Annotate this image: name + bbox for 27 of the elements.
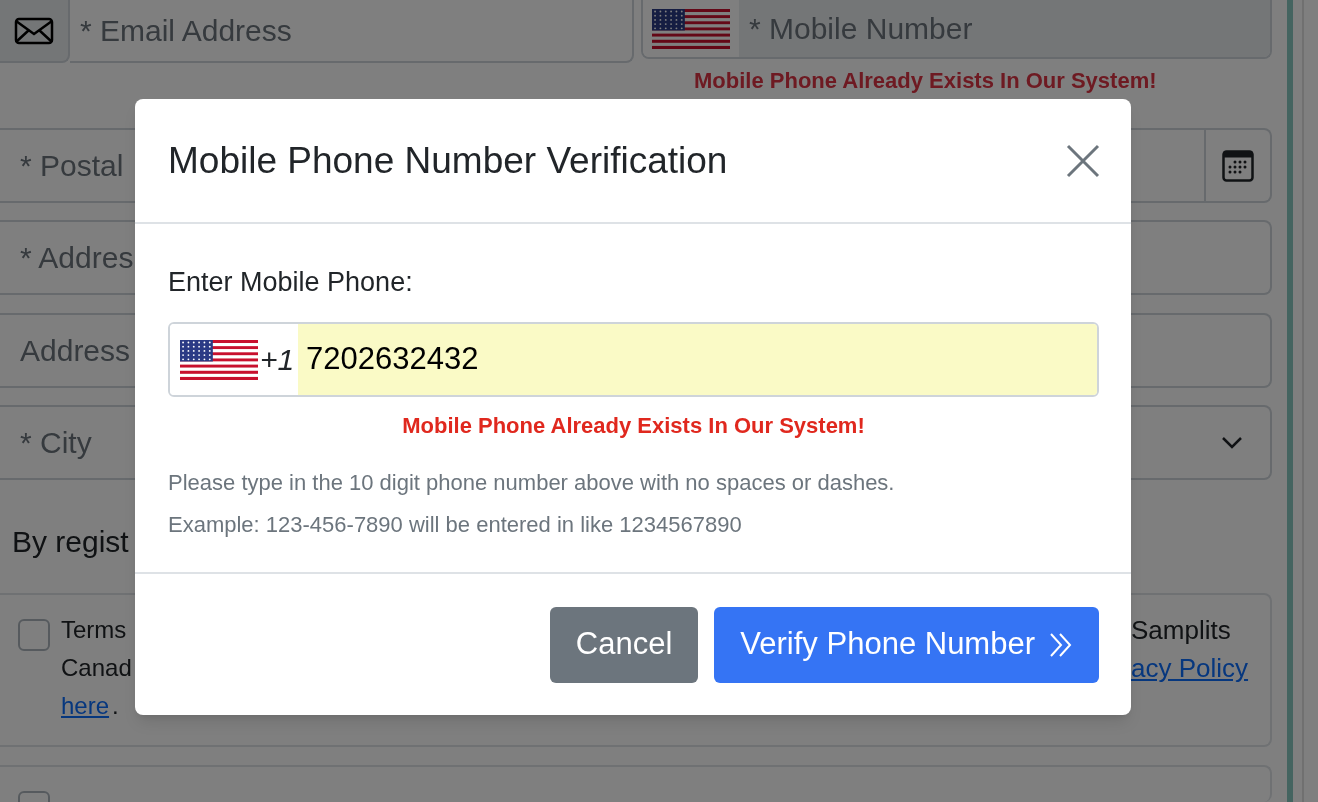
agreement-text: . — [112, 691, 119, 721]
email-field[interactable]: * Email Address — [70, 0, 634, 63]
link[interactable]: acy Policy — [1131, 649, 1249, 687]
help-text: Please type in the 10 digit phone number above with no spaces or dashes. — [168, 469, 896, 497]
calendar-icon[interactable] — [1222, 149, 1254, 182]
section-heading: By regist — [12, 524, 129, 560]
close-button[interactable] — [1065, 142, 1101, 179]
error-message: Mobile Phone Already Exists In Our System! — [401, 412, 866, 440]
checkbox[interactable] — [18, 619, 50, 651]
double-chevron-right-icon — [1049, 631, 1073, 658]
chevron-down-icon — [1221, 436, 1243, 449]
field-label: Enter Mobile Phone: — [168, 266, 414, 299]
link[interactable]: here — [61, 687, 110, 725]
mobile-number-field[interactable]: * Mobile Number — [641, 0, 1272, 59]
modal-title: Mobile Phone Number Verification — [168, 138, 728, 183]
help-text: Example: 123-456-7890 will be entered in like 1234567890 — [168, 511, 743, 539]
cancel-button[interactable]: Cancel — [549, 606, 699, 683]
flag-icon — [652, 8, 730, 49]
agreement-text: Canad — [61, 653, 132, 683]
country-code: +1 — [260, 342, 295, 378]
phone-input-field[interactable]: +1 7202632432 — [168, 322, 1099, 397]
flag-icon — [180, 339, 258, 380]
agreement-text: Terms — [61, 615, 127, 645]
verify-button[interactable]: Verify Phone Number — [714, 606, 1099, 683]
error-message: Mobile Phone Already Exists In Our System! — [694, 67, 1157, 95]
envelope-icon — [14, 16, 54, 45]
agreement-text: Samplits — [1131, 614, 1231, 647]
